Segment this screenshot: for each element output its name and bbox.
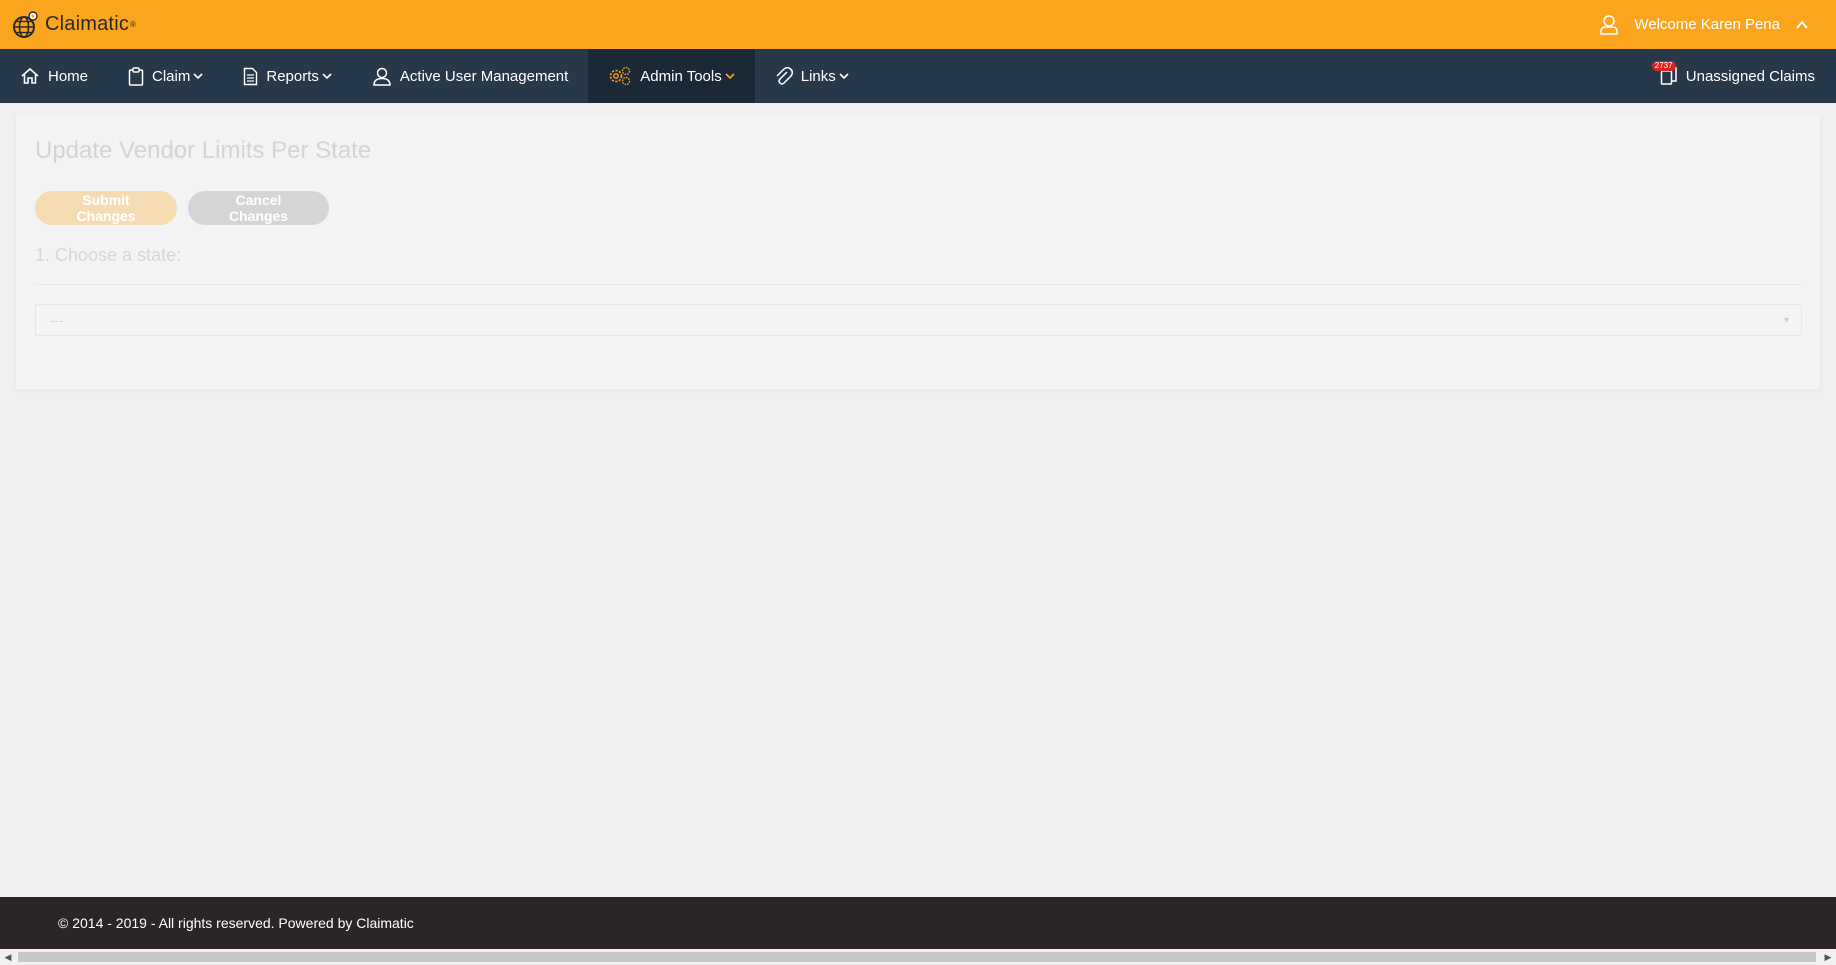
nav-unassigned-claims-label: Unassigned Claims: [1685, 67, 1815, 85]
state-select[interactable]: --- ▼: [35, 304, 1802, 336]
scroll-left-icon[interactable]: ◀: [0, 949, 16, 965]
nav-claim-label: Claim: [152, 67, 191, 85]
main-nav: Home Claim Reports Active User Managemen…: [0, 49, 1836, 103]
home-icon: [21, 67, 39, 84]
gears-icon: [609, 66, 631, 86]
user-icon: [1598, 14, 1620, 36]
chevron-up-icon[interactable]: [1794, 17, 1810, 33]
chevron-down-icon: [839, 73, 849, 80]
nav-reports-label: Reports: [266, 67, 319, 85]
nav-unassigned-claims[interactable]: 2737 Unassigned Claims: [1640, 49, 1836, 103]
document-icon: [244, 67, 258, 85]
brand-name: Claimatic: [45, 13, 130, 35]
footer: © 2014 - 2019 - All rights reserved. Pow…: [0, 897, 1836, 949]
nav-home[interactable]: Home: [0, 49, 108, 103]
paperclip-icon: [776, 66, 793, 85]
user-icon: [373, 67, 391, 86]
scroll-track[interactable]: [16, 949, 1820, 965]
nav-active-user-management-label: Active User Management: [399, 67, 569, 85]
nav-links-label: Links: [800, 67, 836, 85]
top-bar: Claimatic ® Welcome Karen Pena: [0, 0, 1836, 49]
unassigned-count-badge: 2737: [1651, 61, 1676, 71]
chevron-down-icon: [322, 73, 332, 80]
nav-links[interactable]: Links: [755, 49, 869, 103]
footer-copyright: © 2014 - 2019 - All rights reserved. Pow…: [58, 915, 414, 931]
nav-active-user-management[interactable]: Active User Management: [352, 49, 588, 103]
brand-trademark: ®: [130, 20, 136, 29]
page-title: Update Vendor Limits Per State: [35, 137, 372, 164]
chevron-down-icon: [725, 73, 735, 80]
submit-changes-button[interactable]: Submit Changes: [35, 191, 177, 225]
vendor-limits-panel: Update Vendor Limits Per State Submit Ch…: [15, 114, 1821, 390]
divider: [35, 284, 1801, 285]
nav-claim[interactable]: Claim: [108, 49, 223, 103]
scroll-thumb[interactable]: [18, 952, 1816, 962]
clipboard-icon: [128, 66, 144, 86]
nav-admin-tools[interactable]: Admin Tools: [588, 49, 755, 103]
chevron-down-icon: [193, 73, 203, 80]
horizontal-scrollbar[interactable]: ◀ ▶: [0, 949, 1836, 965]
choose-state-label: 1. Choose a state:: [35, 245, 182, 265]
nav-reports[interactable]: Reports: [223, 49, 352, 103]
nav-admin-tools-label: Admin Tools: [640, 67, 722, 85]
state-select-value: ---: [50, 312, 63, 328]
cancel-changes-button[interactable]: Cancel Changes: [188, 191, 329, 225]
welcome-text: Welcome Karen Pena: [1634, 16, 1780, 33]
dropdown-arrow-icon: ▼: [1782, 315, 1791, 325]
brand[interactable]: Claimatic ®: [0, 10, 136, 39]
user-menu[interactable]: Welcome Karen Pena: [1598, 14, 1836, 36]
nav-home-label: Home: [48, 67, 89, 85]
scroll-right-icon[interactable]: ▶: [1820, 949, 1836, 965]
globe-logo-icon: [12, 10, 40, 39]
